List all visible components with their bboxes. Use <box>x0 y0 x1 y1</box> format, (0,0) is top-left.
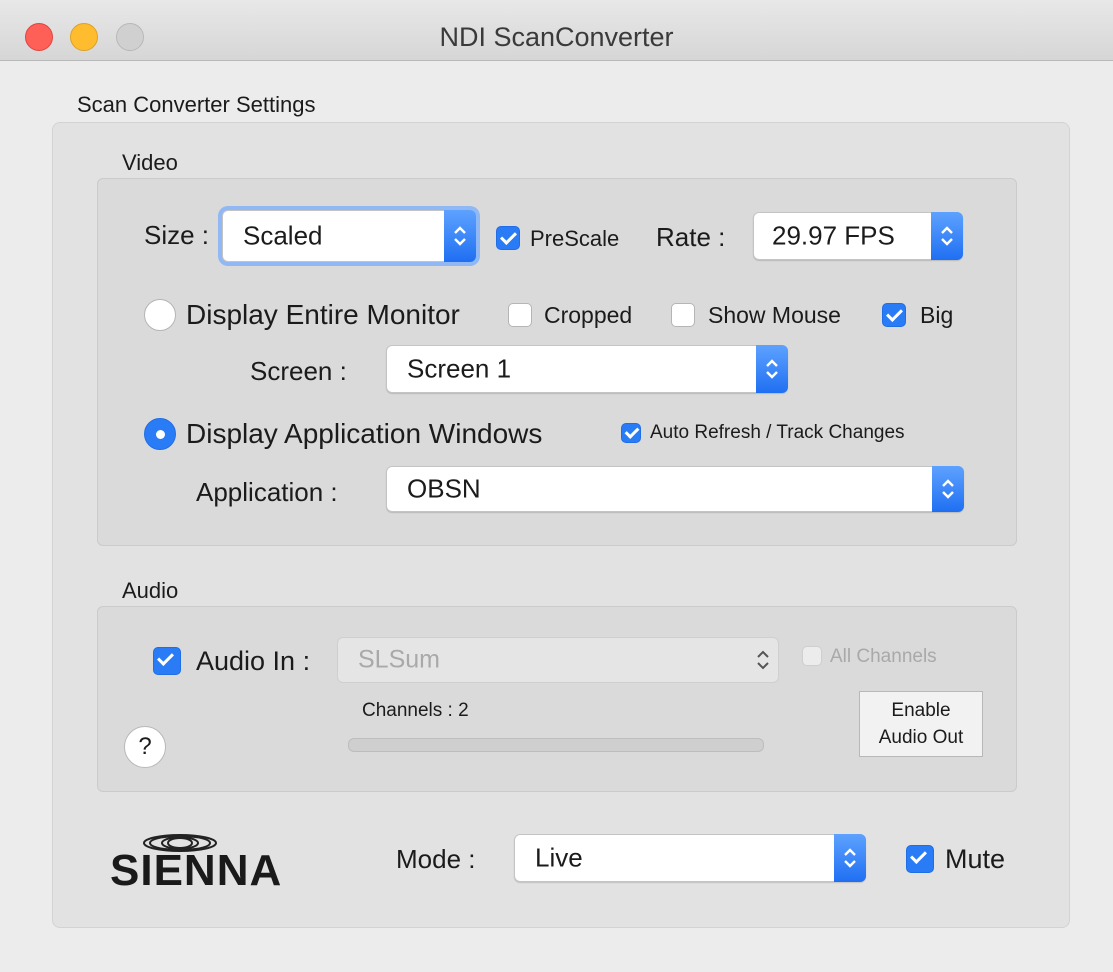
rate-value: 29.97 FPS <box>772 220 895 251</box>
rate-label: Rate : <box>656 222 726 252</box>
prescale-label: PreScale <box>530 226 620 251</box>
audio-in-value: SLSum <box>358 645 440 674</box>
screen-label: Screen : <box>250 356 347 386</box>
screen-value: Screen 1 <box>407 353 512 384</box>
prescale-checkbox[interactable] <box>496 226 520 250</box>
size-popup[interactable]: Scaled <box>222 210 476 262</box>
title-bar: NDI ScanConverter <box>0 0 1113 61</box>
show-mouse-checkbox[interactable] <box>671 303 695 327</box>
application-value: OBSN <box>407 473 481 504</box>
window-title: NDI ScanConverter <box>439 22 674 52</box>
all-channels-label: All Channels <box>830 646 937 667</box>
sienna-logo: SIENNA <box>108 832 328 895</box>
show-mouse-label: Show Mouse <box>708 302 841 328</box>
display-entire-monitor-radio[interactable] <box>144 299 176 331</box>
settings-title: Scan Converter Settings <box>77 92 316 117</box>
audio-section-title: Audio <box>122 578 179 603</box>
big-checkbox[interactable] <box>882 303 906 327</box>
size-label: Size : <box>144 220 210 250</box>
stepper-icon <box>932 466 964 512</box>
application-popup[interactable]: OBSN <box>386 466 964 512</box>
stepper-icon <box>756 345 788 393</box>
auto-refresh-checkbox[interactable] <box>621 423 641 443</box>
all-channels-checkbox[interactable] <box>802 646 822 666</box>
cropped-label: Cropped <box>544 302 633 328</box>
mute-checkbox[interactable] <box>906 845 934 873</box>
video-section-title: Video <box>122 150 178 175</box>
screen-popup[interactable]: Screen 1 <box>386 345 788 393</box>
display-entire-monitor-label: Display Entire Monitor <box>186 299 460 330</box>
stepper-icon <box>444 210 476 262</box>
sienna-logo-text: SIENNA <box>110 846 283 895</box>
big-label: Big <box>920 302 954 328</box>
enable-audio-out-line1: Enable <box>891 700 951 721</box>
audio-in-checkbox[interactable] <box>153 647 181 675</box>
application-label: Application : <box>196 477 338 507</box>
channels-text: Channels : 2 <box>362 700 469 721</box>
audio-level-meter <box>348 738 764 752</box>
mute-label: Mute <box>945 844 1006 874</box>
audio-in-popup[interactable]: SLSum <box>337 637 779 683</box>
mode-value: Live <box>535 842 583 873</box>
stepper-icon <box>834 834 866 882</box>
mode-popup[interactable]: Live <box>514 834 866 882</box>
enable-audio-out-line2: Audio Out <box>878 727 964 748</box>
audio-in-label: Audio In : <box>196 646 311 676</box>
help-icon[interactable]: ? <box>124 726 166 768</box>
stepper-icon <box>747 637 779 683</box>
size-value: Scaled <box>243 220 323 251</box>
stepper-icon <box>931 212 963 260</box>
enable-audio-out-button[interactable]: Enable Audio Out <box>859 691 983 757</box>
display-app-windows-radio[interactable] <box>144 418 176 450</box>
cropped-checkbox[interactable] <box>508 303 532 327</box>
mode-label: Mode : <box>396 844 476 874</box>
rate-popup[interactable]: 29.97 FPS <box>753 212 963 260</box>
auto-refresh-label: Auto Refresh / Track Changes <box>650 422 905 443</box>
display-app-windows-label: Display Application Windows <box>186 418 543 449</box>
